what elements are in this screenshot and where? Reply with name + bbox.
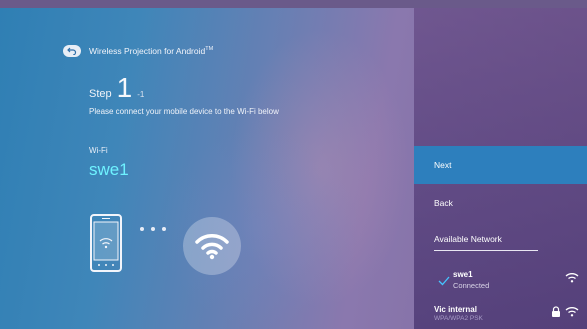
check-icon [438,276,450,286]
wifi-circle [183,217,241,275]
next-button[interactable]: Next [414,146,587,184]
available-network-header: Available Network [434,234,502,244]
return-arrow-icon [67,47,77,55]
lock-icon [552,306,560,317]
back-menu-item[interactable]: Back [434,198,453,208]
step-indicator: Step 1 -1 [89,74,144,102]
header: Wireless Projection for AndroidTM [63,45,213,57]
wifi-label: Wi-Fi [89,146,108,155]
network-status: Connected [453,281,490,290]
step-label: Step [89,88,112,100]
wifi-ssid: swe1 [89,160,129,179]
network-item-vic-internal[interactable]: Vic internal WPA/WPA2 PSK [434,305,579,325]
back-button[interactable] [63,45,81,57]
next-label: Next [434,160,452,170]
step-substep: -1 [137,90,145,99]
progress-dot [162,227,166,231]
trademark-mark: TM [205,46,214,53]
progress-dot [140,227,144,231]
network-item-swe1[interactable]: swe1 Connected [434,270,579,296]
page-title: Wireless Projection for AndroidTM [89,46,213,56]
step-number: 1 [116,72,133,103]
network-ssid: swe1 [453,270,473,279]
network-security: WPA/WPA2 PSK [434,315,483,322]
network-ssid: Vic internal [434,305,477,314]
page-title-text: Wireless Projection for Android [89,46,206,56]
divider [434,250,538,251]
progress-dot [151,227,155,231]
phone-icon [90,214,122,272]
instruction-text: Please connect your mobile device to the… [89,107,279,116]
wifi-icon [195,234,229,260]
wifi-icon [565,307,579,317]
wifi-icon [565,273,579,283]
